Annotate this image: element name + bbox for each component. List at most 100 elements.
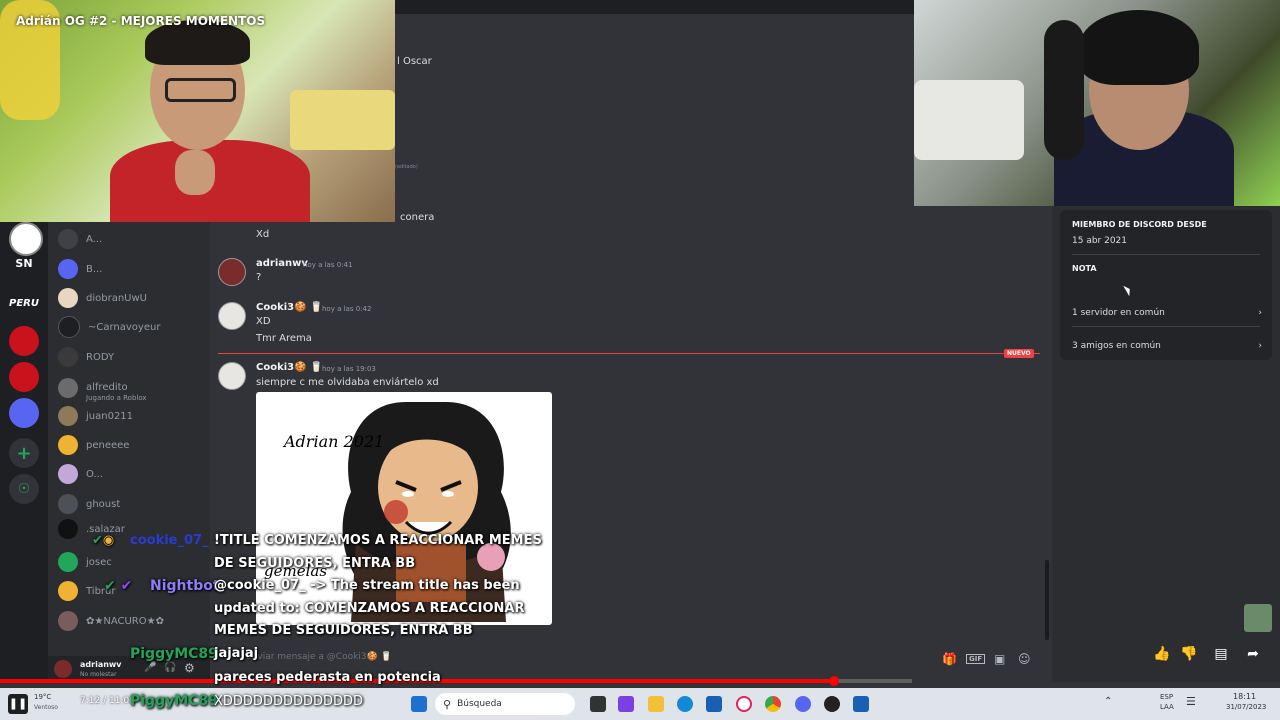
member-activity: Jugando a Roblox: [86, 393, 147, 402]
chevron-up-icon[interactable]: ⌃: [1104, 696, 1112, 707]
member-item[interactable]: B...: [58, 258, 102, 280]
message-timestamp: hoy a las 0:42: [322, 305, 372, 313]
server-icon-sn[interactable]: SN: [9, 248, 39, 278]
app-icon[interactable]: [853, 696, 869, 712]
member-item[interactable]: A...: [58, 228, 102, 250]
gif-icon[interactable]: GIF: [966, 654, 986, 664]
glasses: [165, 78, 236, 102]
chat-scrollbar[interactable]: [1045, 560, 1049, 640]
opera-icon[interactable]: [736, 696, 752, 712]
server-icon-peru[interactable]: PERU: [9, 288, 39, 318]
chevron-right-icon: ›: [1258, 341, 1262, 351]
member-name: ghoust: [86, 498, 121, 510]
dislike-icon[interactable]: 👎: [1179, 644, 1199, 664]
overlay-chat-message: !TITLE COMENZAMOS A REACCIONAR MEMES: [214, 533, 542, 548]
mutual-friends-row[interactable]: 3 amigos en común ›: [1072, 341, 1262, 351]
member-list: A... B... diobranUwU ~Carnavoyeur RODY a…: [48, 222, 210, 662]
message-timestamp: hoy a las 0:41: [303, 261, 353, 269]
discord-icon[interactable]: [795, 696, 811, 712]
member-item[interactable]: alfredito Jugando a Roblox: [58, 375, 147, 402]
message-input[interactable]: Enviar mensaje a @Cooki3🍪 🥛: [246, 652, 392, 662]
mutual-servers-row[interactable]: 1 servidor en común ›: [1072, 308, 1262, 318]
overlay-chat-message: updated to: COMENZAMOS A REACCIONAR: [214, 601, 525, 616]
member-item[interactable]: juan0211: [58, 405, 133, 427]
language-bottom[interactable]: LAA: [1160, 703, 1174, 711]
avatar[interactable]: [54, 660, 72, 678]
file-explorer-icon[interactable]: [648, 696, 664, 712]
chrome-icon[interactable]: [765, 696, 781, 712]
profile-card: MIEMBRO DE DISCORD DESDE 15 abr 2021 NOT…: [1060, 210, 1272, 360]
explore-servers-icon[interactable]: ☉: [9, 474, 39, 504]
member-name: ~Carnavoyeur: [88, 321, 161, 333]
user-panel-username: adrianwv: [80, 660, 122, 669]
avatar[interactable]: [218, 302, 246, 330]
task-view-icon[interactable]: [590, 696, 606, 712]
member-item[interactable]: peneeee: [58, 434, 129, 456]
badge-icon: ✔: [120, 578, 133, 594]
video-time: 7:12 / 11:00: [80, 696, 135, 706]
avatar: [58, 611, 78, 631]
gear-icon[interactable]: ⚙: [184, 661, 195, 675]
member-item[interactable]: ✿★NACURO★✿: [58, 610, 164, 632]
avatar[interactable]: [218, 258, 246, 286]
add-server-icon[interactable]: +: [9, 438, 39, 468]
sticker-icon[interactable]: ▣: [994, 652, 1005, 666]
avatar[interactable]: [218, 362, 246, 390]
emoji-icon[interactable]: ☺: [1018, 652, 1031, 666]
clock-date[interactable]: 31/07/2023: [1226, 703, 1266, 711]
overlay-chat-message: MEMES DE SEGUIDORES, ENTRA BB: [214, 623, 473, 638]
search-icon: ⚲: [443, 697, 452, 711]
divider: [1072, 254, 1260, 255]
note-input[interactable]: [1072, 278, 1260, 296]
obs-icon[interactable]: [824, 696, 840, 712]
message-username[interactable]: adrianwv: [256, 258, 308, 269]
avatar: [58, 316, 80, 338]
message-username[interactable]: Cooki3🍪 🥛: [256, 302, 323, 313]
person-hand: [175, 150, 215, 195]
teams-icon[interactable]: [618, 696, 634, 712]
edge-icon[interactable]: [677, 696, 693, 712]
overlay-badges-1: ✔◉: [92, 533, 114, 548]
overlay-chat-message: jajajaj: [214, 646, 259, 661]
new-messages-divider: [218, 353, 1040, 354]
member-item[interactable]: diobranUwU: [58, 287, 147, 309]
clock-time[interactable]: 18:11: [1233, 692, 1256, 701]
taskbar-search[interactable]: ⚲ Búsqueda: [435, 693, 575, 715]
overlay-chat-username: PiggyMC89: [130, 646, 218, 662]
server-icon-red-2[interactable]: [9, 362, 39, 392]
taskbar: ❚❚ 19°C Ventoso 7:12 / 11:00 PiggyMC89 X…: [0, 688, 1280, 720]
video-progress-knob[interactable]: [829, 676, 840, 686]
member-item[interactable]: RODY: [58, 346, 114, 368]
comments-icon[interactable]: ▤: [1211, 644, 1231, 664]
avatar: [58, 552, 78, 572]
overlay-chat-username: cookie_07_: [130, 533, 209, 548]
overlay-chat-message: XDDDDDDDDDDDDDD: [214, 694, 364, 709]
like-icon[interactable]: 👍: [1152, 644, 1172, 664]
avatar: [58, 519, 78, 539]
wifi-icon[interactable]: ☰: [1186, 695, 1196, 708]
language-top[interactable]: ESP: [1160, 693, 1173, 701]
member-item[interactable]: josec: [58, 551, 112, 573]
headphones-icon[interactable]: 🎧: [164, 662, 176, 673]
windows-start-icon[interactable]: [411, 696, 427, 712]
store-icon[interactable]: [706, 696, 722, 712]
message-username[interactable]: Cooki3🍪 🥛: [256, 362, 323, 373]
overlay-chat-message: pareces pederasta en potencia: [214, 670, 441, 685]
server-icon-blue[interactable]: [9, 398, 39, 428]
member-name: juan0211: [86, 410, 134, 422]
gift-icon[interactable]: 🎁: [942, 652, 957, 666]
overlay-chat-username: Nightbot: [150, 578, 220, 594]
channel-thumbnail[interactable]: [1244, 604, 1272, 632]
pause-button[interactable]: ❚❚: [8, 694, 28, 714]
badge-icon: ◉: [102, 533, 115, 548]
member-item[interactable]: O...: [58, 463, 103, 485]
webcam-right: [914, 0, 1280, 206]
message-text: ?: [256, 272, 262, 283]
share-icon[interactable]: ➦: [1243, 644, 1263, 664]
member-name: alfredito: [86, 381, 128, 393]
server-icon-red-1[interactable]: [9, 326, 39, 356]
member-item[interactable]: ghoust: [58, 493, 120, 515]
microphone-icon[interactable]: 🎤: [144, 662, 156, 673]
message-timestamp: hoy a las 19:03: [322, 365, 376, 373]
member-item[interactable]: ~Carnavoyeur: [58, 316, 160, 338]
